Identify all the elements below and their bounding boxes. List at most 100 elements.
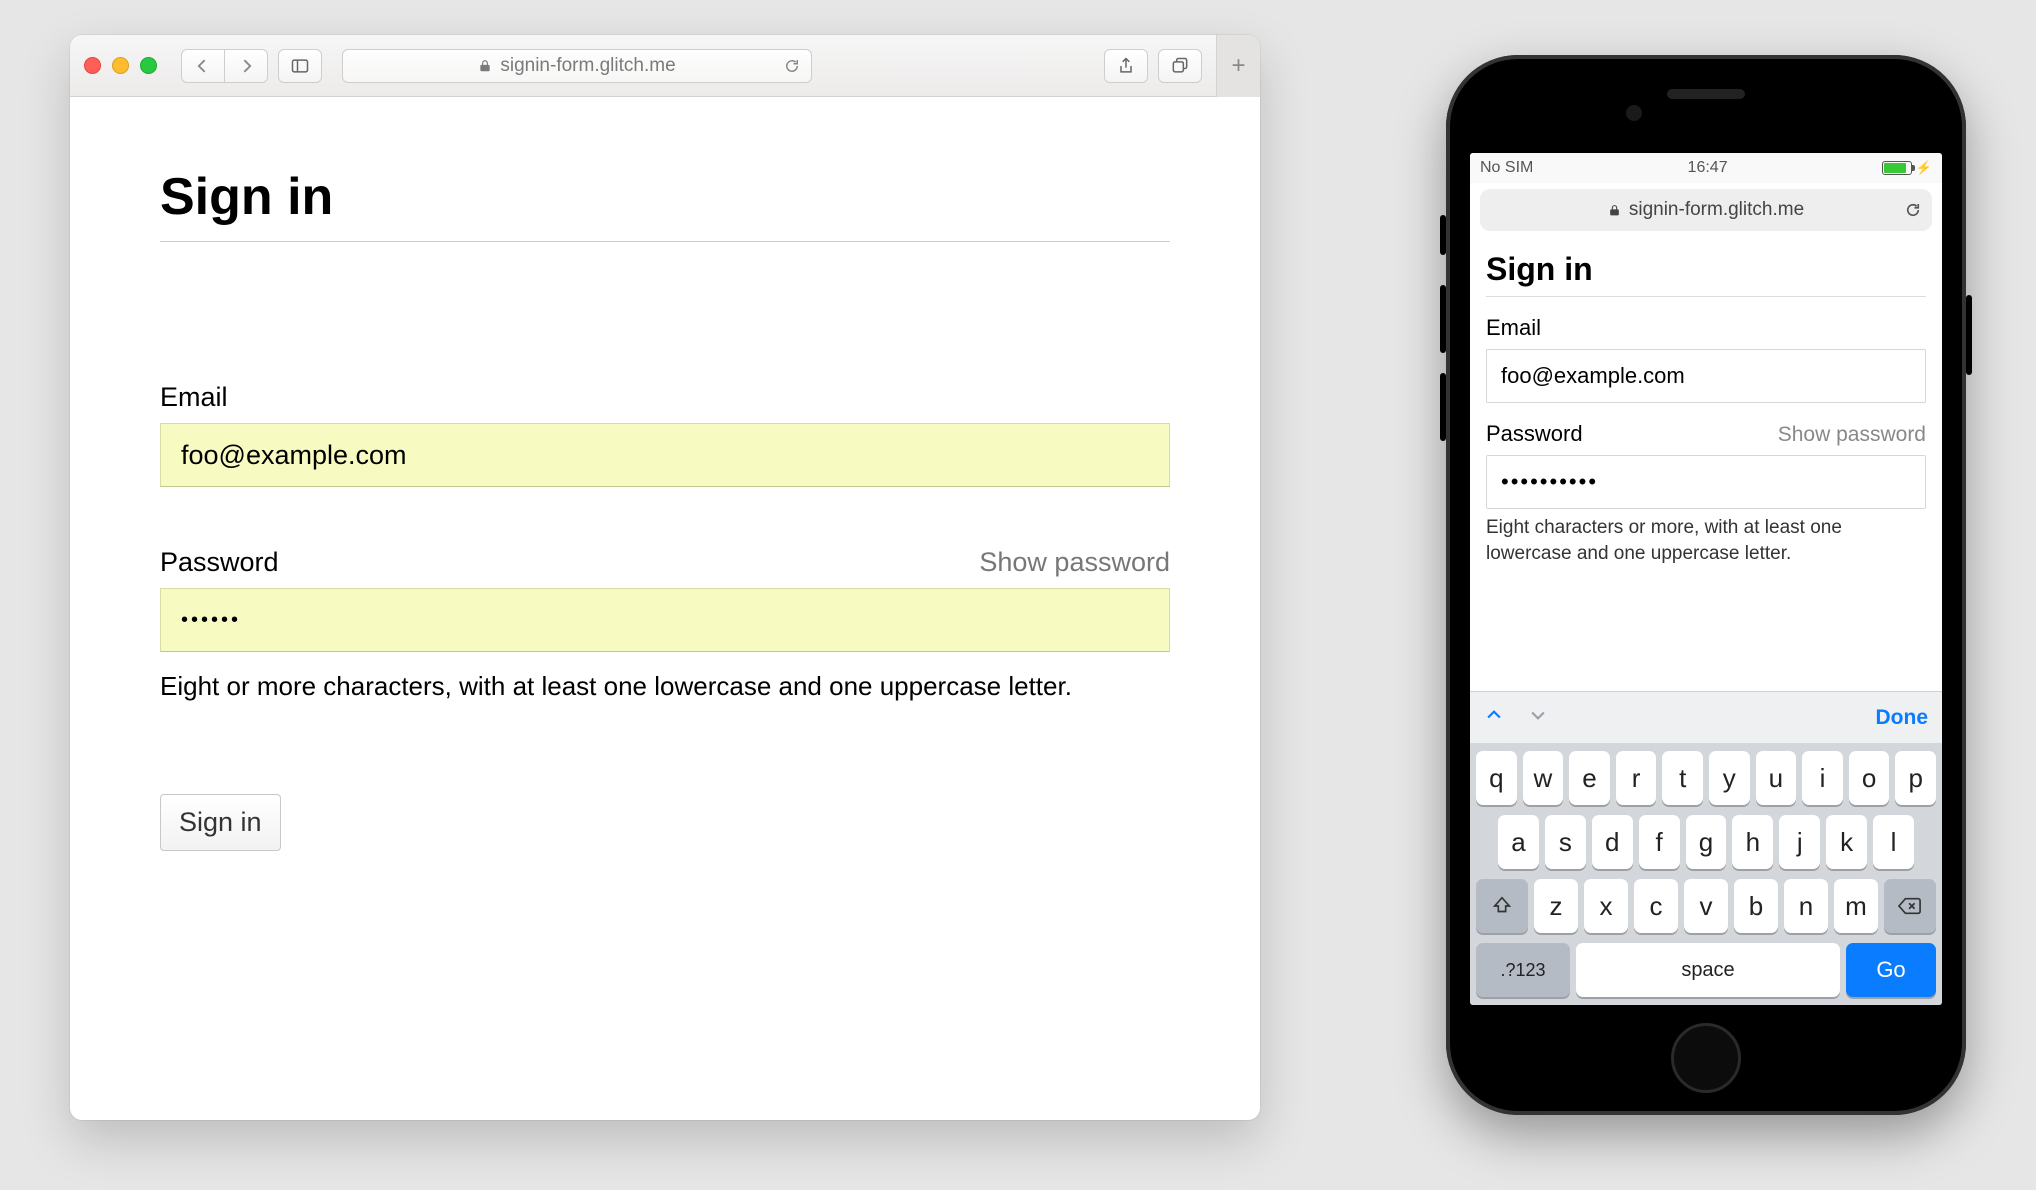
key-j[interactable]: j (1779, 815, 1820, 869)
iphone-device: No SIM 16:47 ⚡ signin-form.glitch.me Sig… (1446, 55, 1966, 1115)
key-u[interactable]: u (1756, 751, 1797, 805)
password-field-group: Password Show password Eight or more cha… (160, 547, 1170, 704)
password-label: Password (160, 547, 279, 578)
chevron-down-icon (1528, 705, 1548, 725)
lock-icon (478, 59, 492, 73)
sidebar-toggle-button[interactable] (278, 49, 322, 83)
backspace-icon (1897, 895, 1923, 917)
volume-down-button[interactable] (1440, 373, 1446, 441)
forward-button[interactable] (224, 49, 268, 83)
go-key[interactable]: Go (1846, 943, 1936, 997)
show-password-toggle[interactable]: Show password (979, 547, 1170, 578)
home-button[interactable] (1671, 1023, 1741, 1093)
key-h[interactable]: h (1732, 815, 1773, 869)
mobile-show-password-toggle[interactable]: Show password (1778, 423, 1926, 447)
soft-keyboard: qwertyuiop asdfghjkl zxcvbnm .?123 space… (1470, 743, 1942, 1005)
key-y[interactable]: y (1709, 751, 1750, 805)
window-zoom-button[interactable] (140, 57, 157, 74)
battery-icon (1882, 161, 1912, 175)
key-p[interactable]: p (1895, 751, 1936, 805)
key-d[interactable]: d (1592, 815, 1633, 869)
statusbar: No SIM 16:47 ⚡ (1470, 153, 1942, 183)
key-z[interactable]: z (1534, 879, 1578, 933)
sidebar-icon (290, 56, 310, 76)
keyboard-row-1: qwertyuiop (1476, 751, 1936, 805)
mobile-page-content: Sign in Email Password Show password Eig… (1470, 241, 1942, 594)
iphone-screen: No SIM 16:47 ⚡ signin-form.glitch.me Sig… (1470, 153, 1942, 1005)
key-g[interactable]: g (1686, 815, 1727, 869)
key-i[interactable]: i (1802, 751, 1843, 805)
clock: 16:47 (1688, 159, 1728, 177)
keyboard-row-3: zxcvbnm (1476, 879, 1936, 933)
key-q[interactable]: q (1476, 751, 1517, 805)
key-r[interactable]: r (1616, 751, 1657, 805)
key-c[interactable]: c (1634, 879, 1678, 933)
prev-field-button[interactable] (1484, 705, 1504, 731)
key-x[interactable]: x (1584, 879, 1628, 933)
key-e[interactable]: e (1569, 751, 1610, 805)
key-v[interactable]: v (1684, 879, 1728, 933)
email-input[interactable] (160, 423, 1170, 487)
mobile-email-group: Email (1486, 315, 1926, 403)
key-s[interactable]: s (1545, 815, 1586, 869)
volume-up-button[interactable] (1440, 285, 1446, 353)
new-tab-button[interactable]: + (1216, 35, 1260, 97)
key-o[interactable]: o (1849, 751, 1890, 805)
space-key[interactable]: space (1576, 943, 1840, 997)
mobile-password-hint: Eight characters or more, with at least … (1486, 515, 1926, 566)
mobile-reload-button[interactable] (1904, 201, 1922, 219)
key-b[interactable]: b (1734, 879, 1778, 933)
next-field-button[interactable] (1528, 705, 1548, 731)
window-minimize-button[interactable] (112, 57, 129, 74)
mobile-password-label: Password (1486, 421, 1583, 447)
mobile-password-input[interactable] (1486, 455, 1926, 509)
key-n[interactable]: n (1784, 879, 1828, 933)
keyboard-row-2: asdfghjkl (1476, 815, 1936, 869)
power-button[interactable] (1966, 295, 1972, 375)
mobile-page-title: Sign in (1486, 251, 1926, 297)
mobile-address-bar[interactable]: signin-form.glitch.me (1480, 189, 1932, 231)
charging-icon: ⚡ (1916, 160, 1932, 176)
key-l[interactable]: l (1873, 815, 1914, 869)
key-w[interactable]: w (1523, 751, 1564, 805)
password-hint: Eight or more characters, with at least … (160, 670, 1170, 704)
tabs-icon (1170, 56, 1190, 76)
plus-icon: + (1231, 52, 1245, 80)
share-icon (1116, 56, 1136, 76)
password-input[interactable] (160, 588, 1170, 652)
safari-window: signin-form.glitch.me + Sign in Email (70, 35, 1260, 1120)
keyboard-toolbar: Done (1470, 691, 1942, 743)
shift-icon (1491, 895, 1513, 917)
chevron-up-icon (1484, 705, 1504, 725)
tabs-button[interactable] (1158, 49, 1202, 83)
carrier-label: No SIM (1480, 159, 1533, 177)
keyboard-done-button[interactable]: Done (1876, 706, 1929, 730)
share-button[interactable] (1104, 49, 1148, 83)
reload-button[interactable] (783, 57, 801, 75)
titlebar-right (1104, 49, 1202, 83)
back-button[interactable] (181, 49, 225, 83)
keyboard-row-3-letters: zxcvbnm (1534, 879, 1878, 933)
window-close-button[interactable] (84, 57, 101, 74)
reload-icon (1904, 201, 1922, 219)
key-k[interactable]: k (1826, 815, 1867, 869)
email-field-group: Email (160, 382, 1170, 487)
key-t[interactable]: t (1662, 751, 1703, 805)
signin-button[interactable]: Sign in (160, 794, 281, 851)
mobile-password-group: Password Show password Eight characters … (1486, 421, 1926, 566)
chevron-left-icon (193, 56, 213, 76)
page-title: Sign in (160, 167, 1170, 242)
key-m[interactable]: m (1834, 879, 1878, 933)
numbers-key[interactable]: .?123 (1476, 943, 1570, 997)
address-url: signin-form.glitch.me (500, 55, 675, 77)
address-bar[interactable]: signin-form.glitch.me (342, 49, 812, 83)
mute-switch[interactable] (1440, 215, 1446, 255)
backspace-key[interactable] (1884, 879, 1936, 933)
keyboard-row-4: .?123 space Go (1476, 943, 1936, 997)
mobile-email-input[interactable] (1486, 349, 1926, 403)
form-navigation-arrows (1484, 705, 1548, 731)
shift-key[interactable] (1476, 879, 1528, 933)
key-f[interactable]: f (1639, 815, 1680, 869)
key-a[interactable]: a (1498, 815, 1539, 869)
mobile-email-label: Email (1486, 315, 1541, 341)
